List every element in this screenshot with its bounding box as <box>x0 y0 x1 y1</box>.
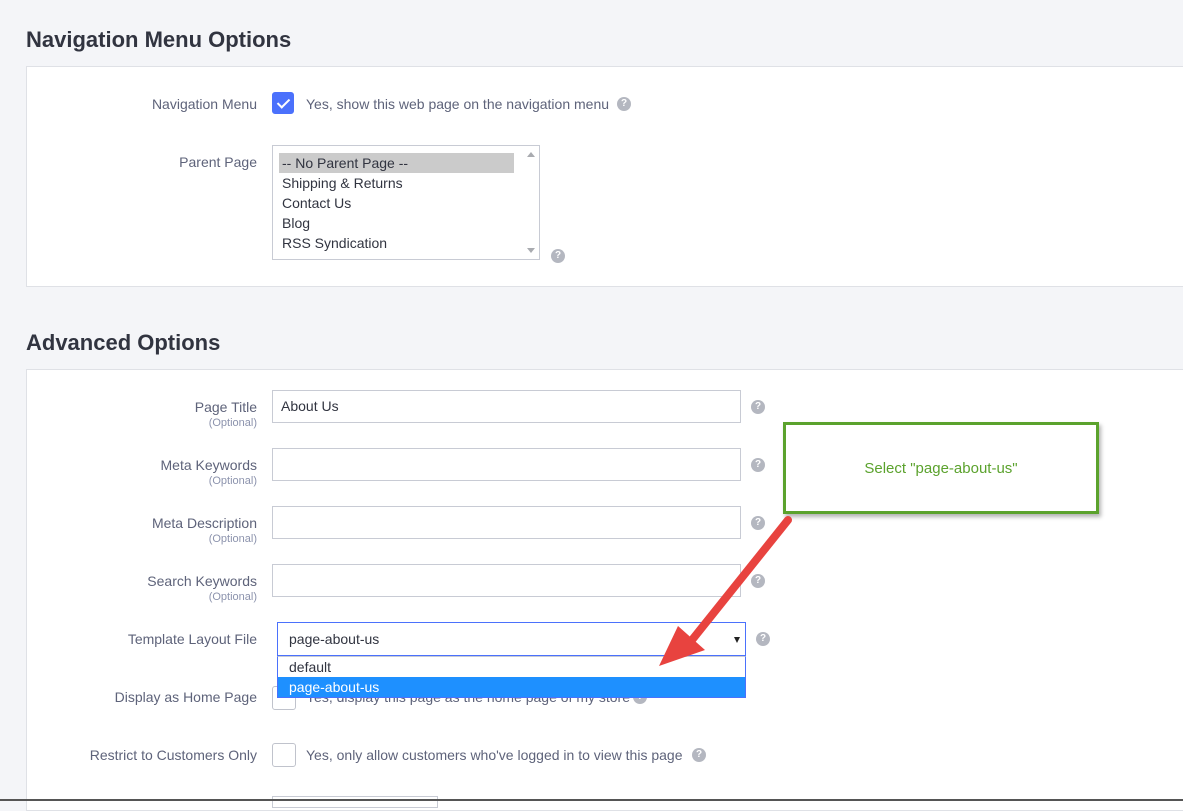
parent-page-label: Parent Page <box>179 154 257 170</box>
search-keywords-label-text: Search Keywords <box>147 573 257 589</box>
meta-description-label: Meta Description (Optional) <box>152 515 257 545</box>
annotation-callout: Select "page-about-us" <box>783 422 1099 514</box>
page-title-input[interactable]: About Us <box>272 390 741 423</box>
navigation-menu-checkbox-text[interactable]: Yes, show this web page on the navigatio… <box>306 96 609 112</box>
template-layout-value: page-about-us <box>289 631 380 647</box>
optional-hint: (Optional) <box>208 591 257 603</box>
meta-description-label-text: Meta Description <box>151 515 257 531</box>
restrict-customers-checkbox-text[interactable]: Yes, only allow customers who've logged … <box>306 747 682 763</box>
template-layout-dropdown[interactable]: default page-about-us <box>277 656 746 698</box>
optional-hint: (Optional) <box>208 475 257 487</box>
help-icon[interactable]: ? <box>751 400 765 414</box>
restrict-customers-checkbox[interactable] <box>272 743 296 767</box>
optional-hint: (Optional) <box>208 533 257 545</box>
help-icon[interactable]: ? <box>756 632 770 646</box>
help-icon[interactable]: ? <box>692 748 706 762</box>
next-field-input[interactable] <box>272 796 438 808</box>
parent-page-option[interactable]: Contact Us <box>279 193 514 213</box>
dropdown-option-default[interactable]: default <box>278 657 745 677</box>
help-icon[interactable]: ? <box>617 97 631 111</box>
dropdown-caret-icon[interactable] <box>734 637 740 643</box>
scroll-up-arrow-icon[interactable] <box>527 152 535 157</box>
meta-keywords-input[interactable] <box>272 448 741 481</box>
listbox-scrollbar[interactable] <box>523 146 539 259</box>
search-keywords-input[interactable] <box>272 564 741 597</box>
display-home-label: Display as Home Page <box>114 689 257 705</box>
template-layout-select[interactable]: page-about-us <box>277 622 746 656</box>
help-icon[interactable]: ? <box>751 458 765 472</box>
help-icon[interactable]: ? <box>751 574 765 588</box>
parent-page-option[interactable]: Shipping & Returns <box>279 173 514 193</box>
navigation-menu-checkbox[interactable] <box>272 92 294 114</box>
meta-description-input[interactable] <box>272 506 741 539</box>
template-layout-label: Template Layout File <box>127 631 257 647</box>
scroll-down-arrow-icon[interactable] <box>527 248 535 253</box>
help-icon[interactable]: ? <box>751 516 765 530</box>
meta-keywords-label-text: Meta Keywords <box>160 457 257 473</box>
parent-page-option[interactable]: -- No Parent Page -- <box>279 153 514 173</box>
meta-keywords-label: Meta Keywords (Optional) <box>161 457 257 487</box>
section-title-advanced: Advanced Options <box>26 330 221 355</box>
help-icon[interactable]: ? <box>551 249 565 263</box>
parent-page-option[interactable]: RSS Syndication <box>279 233 514 253</box>
page-title-label: Page Title (Optional) <box>195 399 257 429</box>
parent-page-listbox[interactable]: -- No Parent Page -- Shipping & Returns … <box>272 145 540 260</box>
optional-hint: (Optional) <box>208 417 257 429</box>
search-keywords-label: Search Keywords (Optional) <box>147 573 257 603</box>
dropdown-option-page-about-us[interactable]: page-about-us <box>278 677 745 697</box>
section-title-navigation: Navigation Menu Options <box>26 27 292 52</box>
navigation-menu-label: Navigation Menu <box>151 96 257 112</box>
restrict-customers-label: Restrict to Customers Only <box>89 747 257 763</box>
parent-page-option[interactable]: Blog <box>279 213 514 233</box>
page-title-label-text: Page Title <box>194 399 257 415</box>
